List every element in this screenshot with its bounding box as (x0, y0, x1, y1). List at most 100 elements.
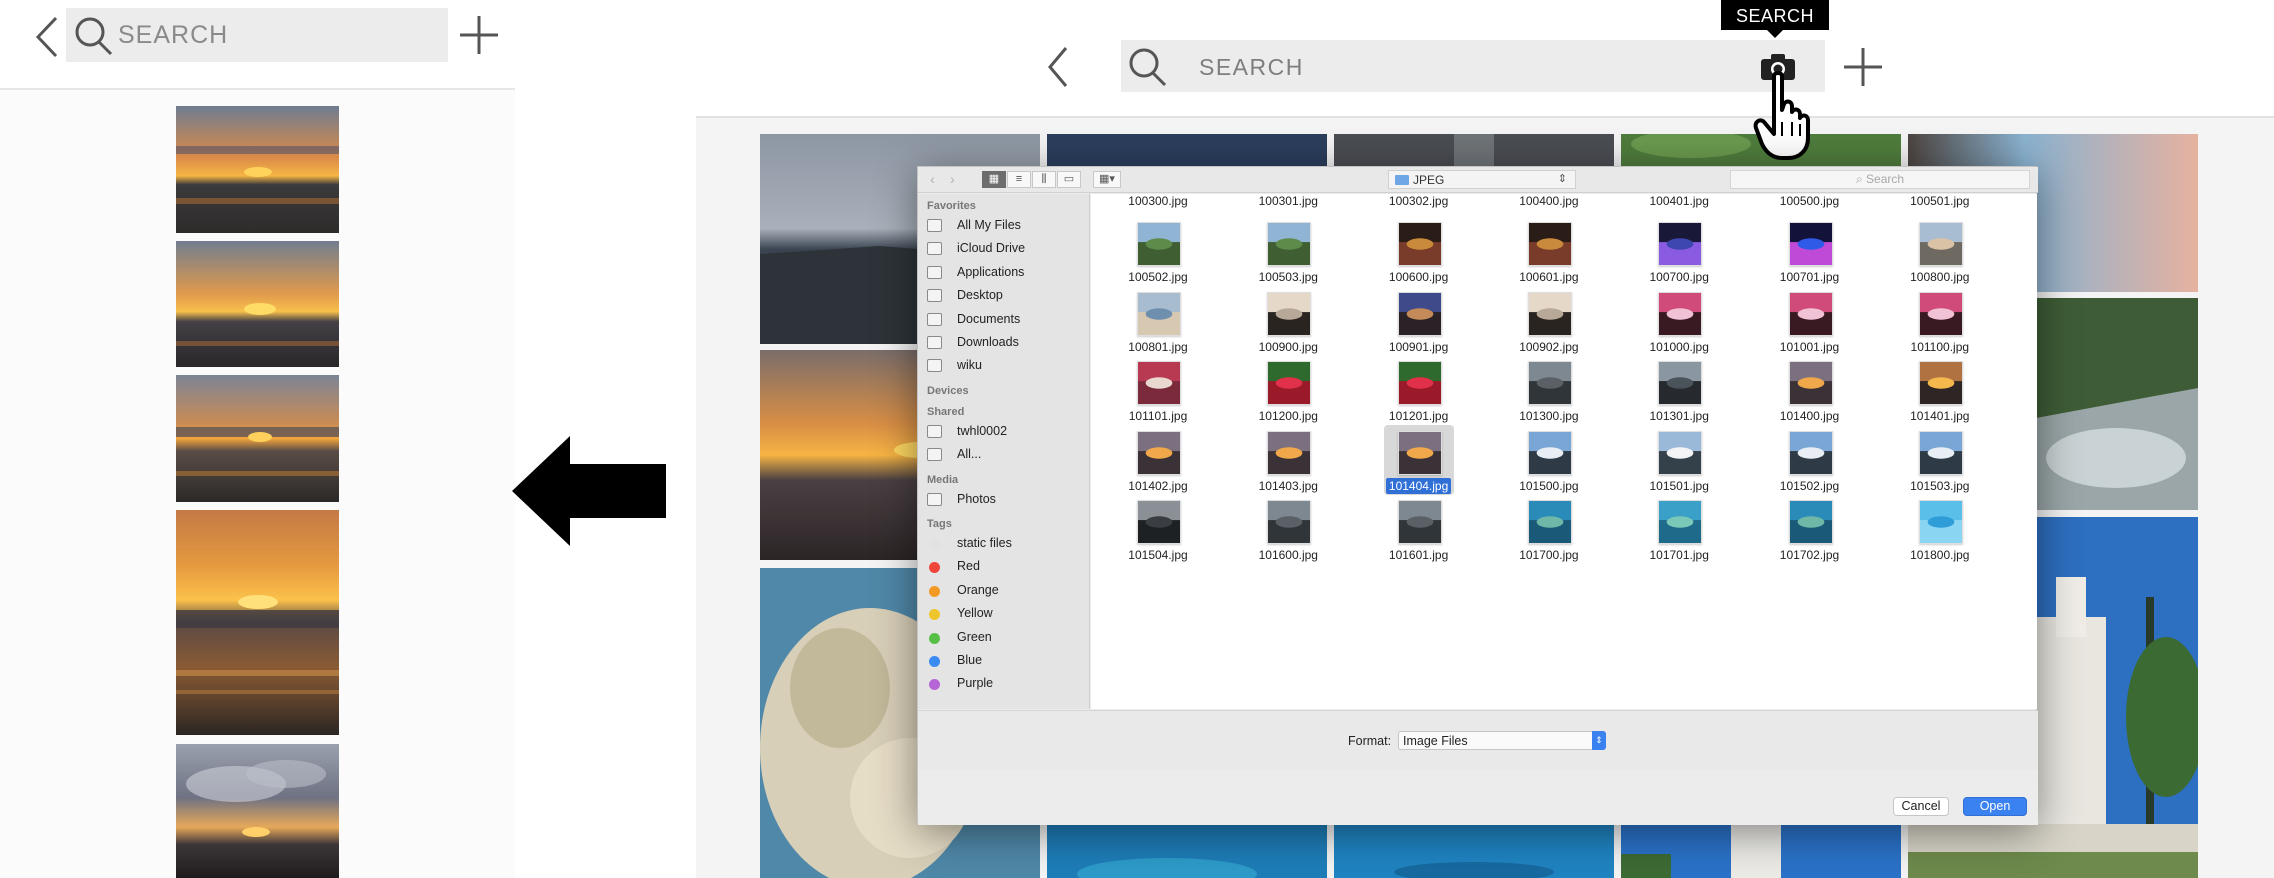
format-select[interactable]: Image Files ⇕ (1398, 731, 1606, 750)
sidebar-item-yellow[interactable]: Yellow (927, 605, 1087, 625)
tile-forest-river[interactable] (2036, 298, 2198, 510)
tile-garden[interactable] (1908, 824, 2198, 878)
tile-underwater-2[interactable] (1334, 824, 1614, 878)
file-name: 100502.jpg (1093, 270, 1223, 284)
thumbnail-sunset-4[interactable] (176, 510, 339, 735)
photos-icon (927, 492, 942, 506)
back-chevron-icon[interactable] (1042, 44, 1074, 90)
tag-dot-icon (929, 609, 940, 621)
view-columns-icon[interactable]: ⫼ (1032, 171, 1056, 188)
back-chevron-icon[interactable] (30, 14, 64, 60)
open-button[interactable]: Open (1963, 797, 2027, 816)
add-icon[interactable] (458, 14, 500, 56)
file-thumbnail (1527, 291, 1572, 336)
pointer-hand-icon (1753, 71, 1810, 160)
file-item[interactable]: 100400.jpg (1484, 194, 1614, 214)
file-name: 100503.jpg (1223, 270, 1353, 284)
sidebar-item-purple[interactable]: Purple (927, 675, 1087, 695)
tile-dark-cave[interactable] (1334, 134, 1614, 168)
sidebar-item-label: static files (957, 536, 1012, 550)
file-thumbnail (1397, 361, 1442, 405)
sidebar-item-all-my-files[interactable]: All My Files (927, 217, 1087, 237)
sidebar-item-documents[interactable]: Documents (927, 311, 1087, 331)
folder-popup[interactable]: JPEG ⇕ (1388, 170, 1576, 189)
file-item[interactable]: 100500.jpg (1745, 194, 1875, 214)
file-item[interactable]: 100501.jpg (1875, 194, 2005, 214)
file-name-text: 101402.jpg (1128, 478, 1188, 493)
file-name-text: 100601.jpg (1519, 270, 1579, 284)
dialog-search-placeholder: Search (1866, 172, 1905, 186)
arrange-menu-icon[interactable]: ▦▾ (1093, 171, 1121, 188)
thumbnail-sunset-1[interactable] (176, 106, 339, 233)
file-name-text: 101200.jpg (1258, 409, 1318, 423)
file-thumbnail (1918, 291, 1963, 336)
file-item[interactable]: 100401.jpg (1614, 194, 1744, 214)
add-icon[interactable] (1842, 46, 1884, 88)
view-list-icon[interactable]: ≡ (1007, 171, 1031, 188)
sidebar-item-wiku[interactable]: wiku (927, 357, 1087, 377)
dialog-search-field[interactable]: ⌕ Search (1730, 170, 2030, 189)
thumbnail-sunset-2[interactable] (176, 241, 339, 367)
file-name: 101301.jpg (1614, 409, 1744, 423)
file-item[interactable]: 101700.jpg (1484, 494, 1614, 594)
file-item[interactable]: 100301.jpg (1223, 194, 1353, 214)
sidebar-item-desktop[interactable]: Desktop (927, 287, 1087, 307)
tile-night-ocean[interactable] (1047, 134, 1327, 168)
nav-back-icon[interactable]: ‹ (924, 171, 941, 188)
computer-icon (927, 424, 942, 438)
file-item[interactable]: 100300.jpg (1093, 194, 1223, 214)
file-name: 101500.jpg (1484, 479, 1614, 493)
view-coverflow-icon[interactable]: ▭ (1057, 171, 1081, 188)
sidebar-item-downloads[interactable]: Downloads (927, 334, 1087, 354)
file-thumbnail (1788, 291, 1833, 336)
sidebar-item-green[interactable]: Green (927, 629, 1087, 649)
file-item[interactable]: 101600.jpg (1223, 494, 1353, 594)
left-top-bar: SEARCH (0, 0, 515, 90)
sidebar-item-twhl0002[interactable]: twhl0002 (927, 423, 1087, 443)
tile-church-tower[interactable] (1621, 824, 1901, 878)
view-icons-icon[interactable]: ▦ (982, 171, 1006, 188)
file-item[interactable]: 101504.jpg (1093, 494, 1223, 594)
sidebar-item-blue[interactable]: Blue (927, 652, 1087, 672)
file-name-text: 100701.jpg (1779, 270, 1840, 284)
tag-dot-icon (929, 656, 940, 667)
file-item[interactable]: 101800.jpg (1875, 494, 2005, 594)
sidebar-item-photos[interactable]: Photos (927, 491, 1087, 511)
file-grid: 100300.jpg 100301.jpg 100302.jpg 100400.jpg… (1091, 194, 2037, 709)
nav-forward-icon[interactable]: › (944, 171, 961, 188)
file-item[interactable]: 101601.jpg (1354, 494, 1484, 594)
right-search-field[interactable]: SEARCH (1121, 40, 1825, 92)
sidebar-item-static-files[interactable]: static files (927, 535, 1087, 555)
left-search-field[interactable]: SEARCH (66, 8, 448, 62)
sidebar-item-orange[interactable]: Orange (927, 582, 1087, 602)
sidebar-header-shared: Shared (927, 405, 965, 418)
search-icon (1129, 48, 1167, 87)
file-thumbnail (1658, 430, 1703, 475)
file-name: 100601.jpg (1484, 270, 1614, 284)
file-thumbnail (1788, 222, 1833, 266)
documents-icon (927, 312, 942, 326)
tile-church[interactable] (2036, 517, 2198, 827)
right-search-placeholder: SEARCH (1199, 54, 1304, 80)
file-name-text: 101300.jpg (1519, 409, 1579, 423)
sidebar-item-icloud-drive[interactable]: iCloud Drive (927, 240, 1087, 260)
file-item[interactable]: 101702.jpg (1745, 494, 1875, 594)
file-item[interactable]: 100302.jpg (1354, 194, 1484, 214)
tile-underwater-1[interactable] (1047, 824, 1327, 878)
file-thumbnail (1137, 222, 1181, 266)
file-name: 101400.jpg (1745, 409, 1875, 423)
file-name: 101700.jpg (1484, 548, 1614, 562)
file-name-text: 100801.jpg (1128, 339, 1188, 354)
sidebar-item-all[interactable]: All... (927, 446, 1087, 466)
thumbnail-cloudy-sunset[interactable] (176, 744, 339, 878)
file-name: 100600.jpg (1354, 270, 1484, 284)
cancel-button[interactable]: Cancel (1893, 797, 1949, 816)
sidebar-item-applications[interactable]: Applications (927, 264, 1087, 284)
file-item[interactable]: 101701.jpg (1614, 494, 1744, 594)
file-thumbnail (1267, 291, 1312, 336)
sidebar-header-favorites: Favorites (927, 200, 976, 212)
thumbnail-sunset-3[interactable] (176, 375, 339, 502)
sidebar-item-red[interactable]: Red (927, 558, 1087, 578)
dialog-toolbar: ‹ › ▦ ≡ ⫼ ▭ ▦▾ JPEG ⇕ ⌕ Search (918, 167, 2038, 193)
file-name: 101402.jpg (1093, 479, 1223, 493)
